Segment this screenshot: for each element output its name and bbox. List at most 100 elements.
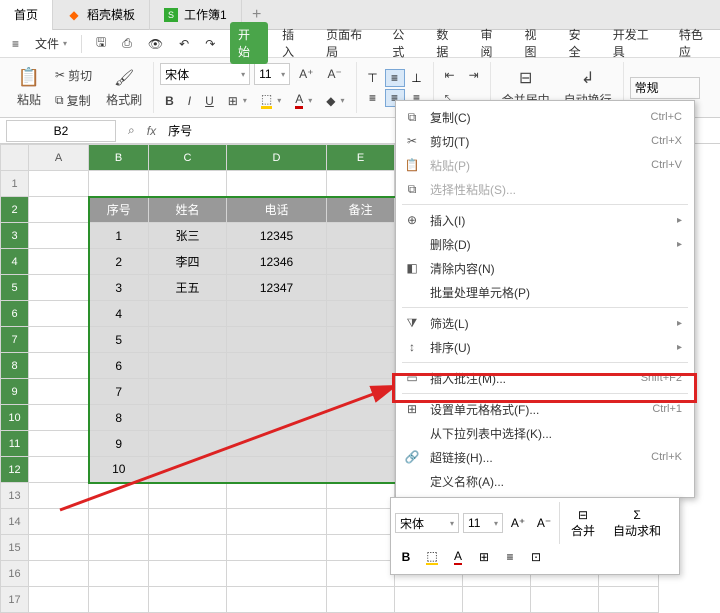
ctx-insert[interactable]: ⊕ 插入(I) ▸	[396, 208, 694, 232]
cell[interactable]	[89, 535, 149, 561]
cell[interactable]	[327, 587, 395, 613]
tab-workbook[interactable]: S 工作簿1	[150, 0, 242, 30]
cell[interactable]	[327, 223, 395, 249]
row-header[interactable]: 8	[1, 353, 29, 379]
cell[interactable]: 4	[89, 301, 149, 327]
col-header[interactable]: D	[227, 145, 327, 171]
cell[interactable]	[327, 275, 395, 301]
cell[interactable]: 姓名	[149, 197, 227, 223]
cell[interactable]	[29, 561, 89, 587]
cell[interactable]	[89, 509, 149, 535]
font-select[interactable]: 宋体 ▾	[160, 63, 250, 85]
copy-button[interactable]: ⧉ 复制	[50, 89, 97, 112]
cell[interactable]: 王五	[149, 275, 227, 301]
cell[interactable]	[29, 223, 89, 249]
cell[interactable]	[327, 457, 395, 483]
col-header[interactable]: E	[327, 145, 395, 171]
row-header[interactable]: 14	[1, 509, 29, 535]
ctx-clear[interactable]: ◧ 清除内容(N)	[396, 256, 694, 280]
cell[interactable]	[149, 431, 227, 457]
ctx-dropdown[interactable]: 从下拉列表中选择(K)...	[396, 421, 694, 445]
mini-border[interactable]: ⊞	[473, 547, 495, 567]
ctx-format-cells[interactable]: ⊞ 设置单元格格式(F)... Ctrl+1	[396, 397, 694, 421]
cell[interactable]	[29, 353, 89, 379]
cell[interactable]	[327, 509, 395, 535]
cell[interactable]: 12347	[227, 275, 327, 301]
paste-button[interactable]: 📋 粘贴	[12, 64, 46, 111]
cell[interactable]	[89, 171, 149, 197]
cell[interactable]	[531, 587, 599, 613]
ribbon-data[interactable]: 数据	[428, 22, 466, 64]
cell[interactable]	[327, 483, 395, 509]
mini-font-dec[interactable]: A⁻	[533, 513, 555, 533]
cell[interactable]	[227, 379, 327, 405]
tab-add-button[interactable]: +	[242, 6, 272, 24]
row-header[interactable]: 13	[1, 483, 29, 509]
cell[interactable]	[149, 405, 227, 431]
cell[interactable]	[227, 509, 327, 535]
number-format-select[interactable]: 常规	[630, 77, 700, 99]
cell[interactable]	[149, 327, 227, 353]
ctx-sort[interactable]: ↕ 排序(U) ▸	[396, 335, 694, 359]
select-all-corner[interactable]	[1, 145, 29, 171]
cell[interactable]: 6	[89, 353, 149, 379]
cell[interactable]: 8	[89, 405, 149, 431]
indent-inc-button[interactable]: ⇥	[464, 65, 484, 85]
fx-icon[interactable]: fx	[141, 124, 162, 138]
align-bottom-button[interactable]: ⊥	[407, 69, 427, 87]
cell[interactable]: 李四	[149, 249, 227, 275]
mini-size-select[interactable]: 11▾	[463, 513, 503, 533]
cell[interactable]: 12346	[227, 249, 327, 275]
mini-font-color[interactable]: A	[447, 547, 469, 567]
cell[interactable]: 7	[89, 379, 149, 405]
cell[interactable]	[227, 171, 327, 197]
cell[interactable]	[327, 171, 395, 197]
row-header[interactable]: 7	[1, 327, 29, 353]
ribbon-dev[interactable]: 开发工具	[605, 22, 665, 64]
ctx-paste[interactable]: 📋 粘贴(P) Ctrl+V	[396, 153, 694, 177]
cell[interactable]	[89, 561, 149, 587]
cell[interactable]	[463, 587, 531, 613]
cell[interactable]	[29, 457, 89, 483]
cell[interactable]	[149, 457, 227, 483]
cell[interactable]	[149, 301, 227, 327]
mini-format[interactable]: ⊡	[525, 547, 547, 567]
cell[interactable]	[149, 171, 227, 197]
cell[interactable]	[227, 483, 327, 509]
underline-button[interactable]: U	[200, 91, 219, 111]
mini-align[interactable]: ≡	[499, 547, 521, 567]
row-header[interactable]: 11	[1, 431, 29, 457]
cell[interactable]	[227, 301, 327, 327]
cell[interactable]: 10	[89, 457, 149, 483]
cell[interactable]: 5	[89, 327, 149, 353]
clear-fmt-button[interactable]: ◆▾	[321, 91, 349, 111]
italic-button[interactable]: I	[183, 91, 196, 111]
col-header[interactable]: A	[29, 145, 89, 171]
ctx-cut[interactable]: ✂ 剪切(T) Ctrl+X	[396, 129, 694, 153]
cell[interactable]: 张三	[149, 223, 227, 249]
cell[interactable]: 1	[89, 223, 149, 249]
mini-font-select[interactable]: 宋体▾	[395, 513, 459, 533]
cell[interactable]	[149, 353, 227, 379]
cell[interactable]: 9	[89, 431, 149, 457]
ctx-copy[interactable]: ⧉ 复制(C) Ctrl+C	[396, 105, 694, 129]
cell[interactable]	[327, 405, 395, 431]
tab-home[interactable]: 首页	[0, 0, 53, 30]
search-icon[interactable]: ⌕	[122, 123, 141, 138]
cell[interactable]: 2	[89, 249, 149, 275]
cell[interactable]	[327, 535, 395, 561]
font-increase-button[interactable]: A⁺	[294, 64, 318, 84]
ctx-delete[interactable]: 删除(D) ▸	[396, 232, 694, 256]
ctx-paste-special[interactable]: ⧉ 选择性粘贴(S)...	[396, 177, 694, 201]
cell[interactable]	[89, 587, 149, 613]
cell[interactable]	[327, 249, 395, 275]
cell[interactable]	[29, 379, 89, 405]
cell[interactable]	[327, 353, 395, 379]
mini-bold[interactable]: B	[395, 547, 417, 567]
fill-color-button[interactable]: ⬚▾	[256, 89, 286, 112]
cell[interactable]: 12345	[227, 223, 327, 249]
cell[interactable]	[149, 587, 227, 613]
cell[interactable]	[327, 561, 395, 587]
cell[interactable]	[227, 353, 327, 379]
cell[interactable]: 序号	[89, 197, 149, 223]
